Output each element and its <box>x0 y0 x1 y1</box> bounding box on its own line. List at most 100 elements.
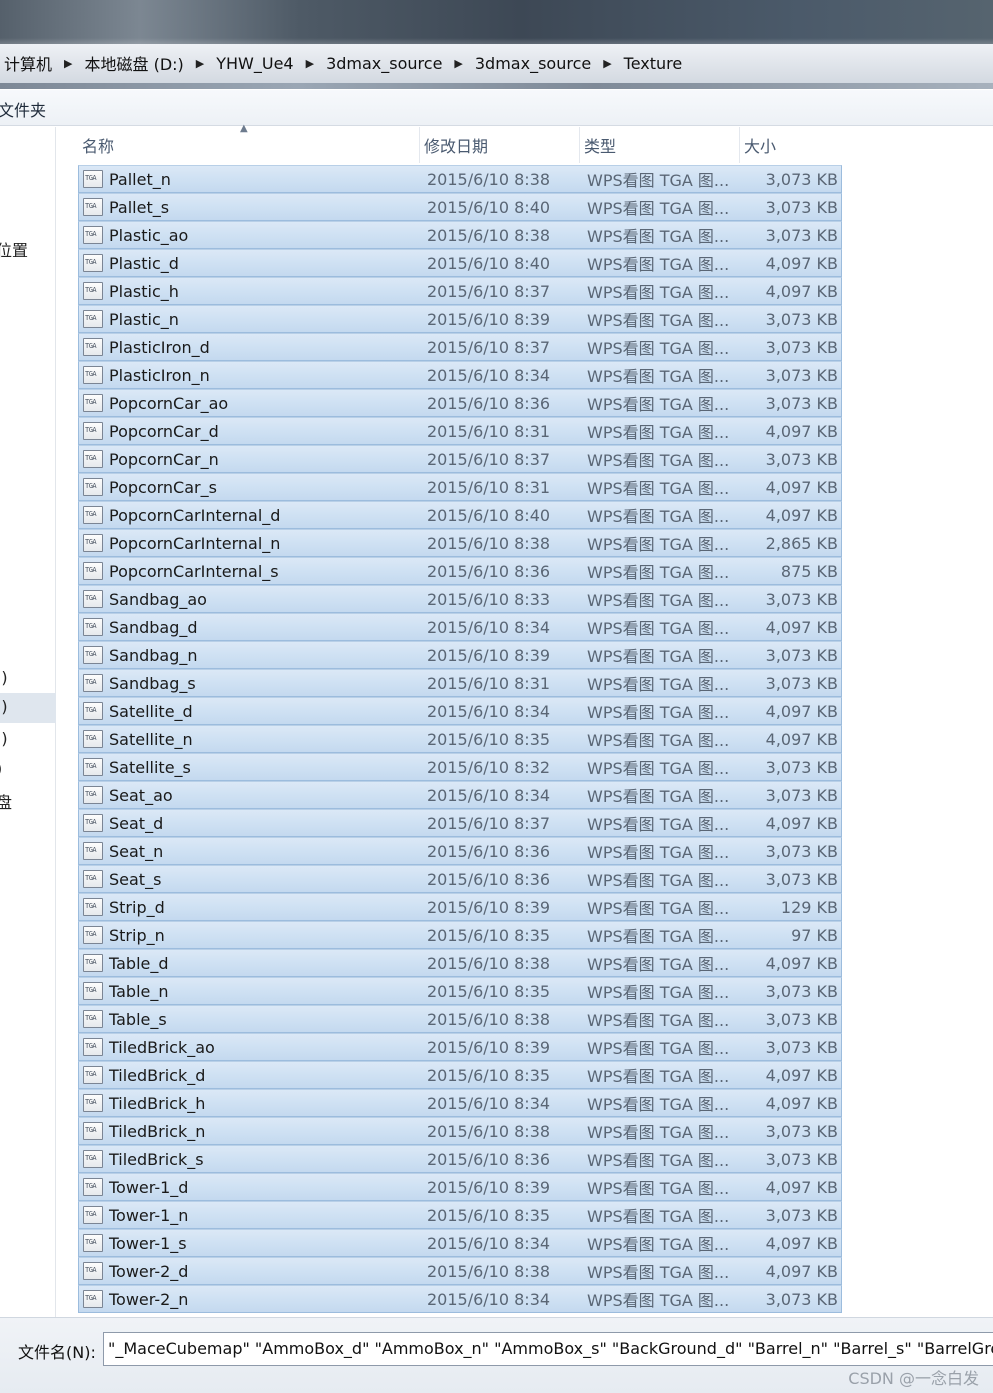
file-row[interactable]: TiledBrick_n 2015/6/10 8:38 WPS看图 TGA 图...… <box>78 1117 842 1145</box>
file-type: WPS看图 TGA 图... <box>587 199 730 218</box>
file-name: Strip_n <box>109 925 165 945</box>
file-name: Sandbag_n <box>109 645 198 665</box>
file-row[interactable]: Table_d 2015/6/10 8:38 WPS看图 TGA 图... 4,097… <box>78 949 842 977</box>
file-row[interactable]: Strip_n 2015/6/10 8:35 WPS看图 TGA 图... 97 KB <box>78 921 842 949</box>
file-row[interactable]: PopcornCar_d 2015/6/10 8:31 WPS看图 TGA 图...… <box>78 417 842 445</box>
file-name-cell: Plastic_ao <box>79 221 427 249</box>
breadcrumb-item[interactable]: YHW_Ue4 <box>212 54 297 73</box>
file-row[interactable]: Table_n 2015/6/10 8:35 WPS看图 TGA 图... 3,073… <box>78 977 842 1005</box>
address-bar[interactable]: 计算机 ▶ 本地磁盘 (D:) ▶ YHW_Ue4 ▶ 3dmax_source ▶ 3dmax… <box>0 44 993 89</box>
file-size: 3,073 KB <box>765 841 838 861</box>
breadcrumb-item[interactable]: Texture <box>620 54 687 73</box>
file-row[interactable]: Satellite_s 2015/6/10 8:32 WPS看图 TGA 图... 3… <box>78 753 842 781</box>
file-size: 3,073 KB <box>765 1121 838 1141</box>
file-row[interactable]: Plastic_d 2015/6/10 8:40 WPS看图 TGA 图... 4,0… <box>78 249 842 277</box>
file-name-cell: Pallet_n <box>79 165 427 193</box>
file-name-cell: PlasticIron_n <box>79 361 427 389</box>
file-row[interactable]: Sandbag_s 2015/6/10 8:31 WPS看图 TGA 图... 3,0… <box>78 669 842 697</box>
nav-item-places[interactable]: 位置 <box>0 237 28 261</box>
file-row[interactable]: PopcornCarInternal_n 2015/6/10 8:38 WPS看图 … <box>78 529 842 557</box>
file-row[interactable]: Seat_ao 2015/6/10 8:34 WPS看图 TGA 图... 3,073… <box>78 781 842 809</box>
file-size: 4,097 KB <box>765 505 838 525</box>
file-row[interactable]: Tower-1_n 2015/6/10 8:35 WPS看图 TGA 图... 3,0… <box>78 1201 842 1229</box>
triangle-right-icon[interactable]: ▶ <box>56 57 80 70</box>
file-row[interactable]: PopcornCar_s 2015/6/10 8:31 WPS看图 TGA 图...… <box>78 473 842 501</box>
column-name-header[interactable]: 名称 ▲ <box>78 123 420 163</box>
file-name: Seat_ao <box>109 785 173 805</box>
file-row[interactable]: Tower-1_s 2015/6/10 8:34 WPS看图 TGA 图... 4,0… <box>78 1229 842 1257</box>
file-row[interactable]: Satellite_n 2015/6/10 8:35 WPS看图 TGA 图... 4… <box>78 725 842 753</box>
file-row[interactable]: Tower-1_d 2015/6/10 8:39 WPS看图 TGA 图... 4,0… <box>78 1173 842 1201</box>
nav-item-drive-4[interactable]: ) <box>0 759 2 778</box>
file-row[interactable]: Sandbag_d 2015/6/10 8:34 WPS看图 TGA 图... 4,0… <box>78 613 842 641</box>
breadcrumb-item[interactable]: 计算机 <box>0 51 56 75</box>
file-size: 3,073 KB <box>765 1205 838 1225</box>
tga-file-icon <box>83 534 103 552</box>
new-folder-button[interactable]: 文件夹 <box>0 97 46 121</box>
file-row[interactable]: PopcornCar_n 2015/6/10 8:37 WPS看图 TGA 图...… <box>78 445 842 473</box>
breadcrumb-item[interactable]: 3dmax_source <box>471 54 595 73</box>
tga-file-icon <box>83 1066 103 1084</box>
file-row[interactable]: TiledBrick_ao 2015/6/10 8:39 WPS看图 TGA 图..… <box>78 1033 842 1061</box>
triangle-right-icon[interactable]: ▶ <box>446 57 470 70</box>
tga-file-icon <box>83 702 103 720</box>
file-list[interactable]: 名称 ▲ 修改日期 类型 大小 Pallet_n 2015/6/10 8:38 WP… <box>58 123 993 1317</box>
file-name-cell: Satellite_s <box>79 753 427 781</box>
file-row[interactable]: Plastic_h 2015/6/10 8:37 WPS看图 TGA 图... 4,0… <box>78 277 842 305</box>
triangle-right-icon[interactable]: ▶ <box>595 57 619 70</box>
file-size: 97 KB <box>791 925 838 945</box>
file-name: Table_d <box>109 953 169 973</box>
file-row[interactable]: Satellite_d 2015/6/10 8:34 WPS看图 TGA 图... 4… <box>78 697 842 725</box>
breadcrumb-item[interactable]: 本地磁盘 (D:) <box>80 51 187 75</box>
file-row[interactable]: Sandbag_n 2015/6/10 8:39 WPS看图 TGA 图... 3,0… <box>78 641 842 669</box>
navigation-pane[interactable]: 位置 :) :) :) ) 盘 <box>0 127 56 1317</box>
nav-item-disc[interactable]: 盘 <box>0 789 12 813</box>
file-name-cell: PopcornCar_ao <box>79 389 427 417</box>
triangle-right-icon[interactable]: ▶ <box>298 57 322 70</box>
file-row[interactable]: Strip_d 2015/6/10 8:39 WPS看图 TGA 图... 129 K… <box>78 893 842 921</box>
nav-item-drive-3[interactable]: :) <box>0 729 8 748</box>
tga-file-icon <box>83 1150 103 1168</box>
file-row[interactable]: Seat_d 2015/6/10 8:37 WPS看图 TGA 图... 4,097 … <box>78 809 842 837</box>
file-name: PopcornCar_s <box>109 477 217 497</box>
file-row[interactable]: Seat_s 2015/6/10 8:36 WPS看图 TGA 图... 3,073 … <box>78 865 842 893</box>
breadcrumb-item[interactable]: 3dmax_source <box>322 54 446 73</box>
tga-file-icon <box>83 226 103 244</box>
file-date: 2015/6/10 8:39 <box>427 645 551 665</box>
file-row[interactable]: PopcornCarInternal_d 2015/6/10 8:40 WPS看图 … <box>78 501 842 529</box>
file-row[interactable]: Tower-2_d 2015/6/10 8:38 WPS看图 TGA 图... 4,0… <box>78 1257 842 1285</box>
column-size-header[interactable]: 大小 <box>740 127 846 163</box>
file-name-cell: TiledBrick_n <box>79 1117 427 1145</box>
file-row[interactable]: Plastic_n 2015/6/10 8:39 WPS看图 TGA 图... 3,0… <box>78 305 842 333</box>
column-type-header[interactable]: 类型 <box>580 127 740 163</box>
file-row[interactable]: TiledBrick_d 2015/6/10 8:35 WPS看图 TGA 图...… <box>78 1061 842 1089</box>
file-row[interactable]: PopcornCar_ao 2015/6/10 8:36 WPS看图 TGA 图..… <box>78 389 842 417</box>
column-date-header[interactable]: 修改日期 <box>420 127 580 163</box>
file-type: WPS看图 TGA 图... <box>587 815 730 834</box>
file-date: 2015/6/10 8:36 <box>427 841 551 861</box>
file-name: Tower-2_n <box>109 1289 189 1309</box>
file-row[interactable]: PlasticIron_d 2015/6/10 8:37 WPS看图 TGA 图..… <box>78 333 842 361</box>
file-type: WPS看图 TGA 图... <box>587 591 730 610</box>
file-row[interactable]: Tower-2_n 2015/6/10 8:34 WPS看图 TGA 图... 3,0… <box>78 1285 842 1313</box>
triangle-right-icon[interactable]: ▶ <box>188 57 212 70</box>
file-name-cell: Plastic_n <box>79 305 427 333</box>
tga-file-icon <box>83 1038 103 1056</box>
tga-file-icon <box>83 198 103 216</box>
filename-input[interactable]: "_MaceCubemap" "AmmoBox_d" "AmmoBox_n" "… <box>103 1332 993 1366</box>
tga-file-icon <box>83 282 103 300</box>
nav-item-drive-2[interactable]: :) <box>0 693 56 723</box>
nav-item-drive-1[interactable]: :) <box>0 668 8 687</box>
file-row[interactable]: Pallet_s 2015/6/10 8:40 WPS看图 TGA 图... 3,07… <box>78 193 842 221</box>
file-type: WPS看图 TGA 图... <box>587 1263 730 1282</box>
file-row[interactable]: Plastic_ao 2015/6/10 8:38 WPS看图 TGA 图... 3,… <box>78 221 842 249</box>
file-row[interactable]: TiledBrick_s 2015/6/10 8:36 WPS看图 TGA 图...… <box>78 1145 842 1173</box>
file-row[interactable]: TiledBrick_h 2015/6/10 8:34 WPS看图 TGA 图...… <box>78 1089 842 1117</box>
file-row[interactable]: Pallet_n 2015/6/10 8:38 WPS看图 TGA 图... 3,07… <box>78 165 842 193</box>
file-row[interactable]: Table_s 2015/6/10 8:38 WPS看图 TGA 图... 3,073… <box>78 1005 842 1033</box>
file-row[interactable]: PopcornCarInternal_s 2015/6/10 8:36 WPS看图 … <box>78 557 842 585</box>
file-row[interactable]: Sandbag_ao 2015/6/10 8:33 WPS看图 TGA 图... 3,… <box>78 585 842 613</box>
file-row[interactable]: Seat_n 2015/6/10 8:36 WPS看图 TGA 图... 3,073 … <box>78 837 842 865</box>
window-title-bar <box>0 0 993 44</box>
file-row[interactable]: PlasticIron_n 2015/6/10 8:34 WPS看图 TGA 图..… <box>78 361 842 389</box>
